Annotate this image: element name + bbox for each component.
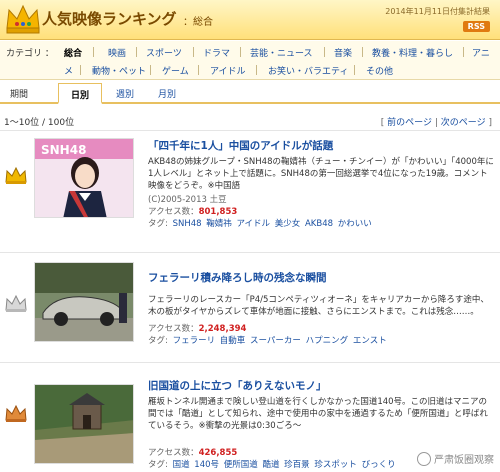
category-item-movies[interactable]: 映画 xyxy=(108,46,126,59)
prev-page-link[interactable]: 前のページ xyxy=(387,118,432,128)
tag-link[interactable]: エンスト xyxy=(353,336,387,346)
period-tabs: 期間 日別 週別 月別 xyxy=(0,80,500,104)
tag-link[interactable]: SNH48 xyxy=(173,219,202,229)
category-label: カテゴリ ： xyxy=(6,49,54,59)
category-item-sports[interactable]: スポーツ xyxy=(146,46,182,59)
svg-text:SNH48: SNH48 xyxy=(41,143,86,157)
entry-copyright: (C)2005-2013 土豆 xyxy=(148,195,227,205)
page-title: 人気映像ランキング xyxy=(42,10,177,28)
bronze-crown-icon xyxy=(5,404,27,422)
entry-views: アクセス数：801,853 xyxy=(148,207,238,217)
watermark: 严肃饭圈观察 xyxy=(417,451,494,466)
tag-link[interactable]: 珍百景 xyxy=(284,460,310,470)
date-note: 2014年11月11日付集計結果 xyxy=(385,7,490,16)
tag-link[interactable]: 酷道 xyxy=(262,460,279,470)
category-item-other[interactable]: その他 xyxy=(366,64,393,77)
entry-views: アクセス数：2,248,394 xyxy=(148,324,247,334)
category-item-drama[interactable]: ドラマ xyxy=(203,46,230,59)
tag-link[interactable]: フェラーリ xyxy=(173,336,216,346)
category-item-entertainment-news[interactable]: 芸能・ニュース xyxy=(250,46,313,59)
result-range: 1～10位 / 100位 xyxy=(4,118,75,128)
category-item-music[interactable]: 音楽 xyxy=(334,46,352,59)
tag-link[interactable]: びっくり xyxy=(362,460,396,470)
category-item-comedy[interactable]: お笑い・バラエティ xyxy=(268,64,348,77)
entry-views: アクセス数：426,855 xyxy=(148,448,238,458)
tag-link[interactable]: アイドル xyxy=(236,219,270,229)
view-count: 801,853 xyxy=(198,207,238,217)
pagination: [ 前のページ | 次のページ ] xyxy=(380,118,492,128)
entry-tags: タグ: 国道 140号 便所国道 酷道 珍百景 珍スポット びっくり xyxy=(148,460,396,470)
view-count: 2,248,394 xyxy=(198,324,247,334)
divider xyxy=(0,362,500,363)
gold-crown-icon xyxy=(5,166,27,184)
tab-weekly[interactable]: 週別 xyxy=(104,83,146,104)
tag-link[interactable]: 鞠婧祎 xyxy=(206,219,232,229)
silver-crown-icon xyxy=(5,294,27,312)
tag-link[interactable]: 140号 xyxy=(194,460,219,470)
video-thumbnail[interactable] xyxy=(34,262,134,342)
tag-link[interactable]: 美少女 xyxy=(275,219,301,229)
video-thumbnail[interactable]: SNH48 xyxy=(34,138,134,218)
category-item-anime-cont[interactable]: メ xyxy=(64,64,73,77)
view-count: 426,855 xyxy=(198,448,238,458)
category-item-idol[interactable]: アイドル xyxy=(210,64,246,77)
category-item-all[interactable]: 総合 xyxy=(64,46,82,59)
next-page-link[interactable]: 次のページ xyxy=(441,118,486,128)
entry-description: フェラーリのレースカー「P4/5コンペティツィオーネ」をキャリアカーから降ろす途… xyxy=(148,295,489,317)
period-label: 期間 xyxy=(10,90,29,100)
category-item-anime[interactable]: アニ xyxy=(472,46,490,59)
tag-link[interactable]: スーパーカー xyxy=(250,336,301,346)
category-item-games[interactable]: ゲーム xyxy=(162,64,189,77)
tab-daily[interactable]: 日別 xyxy=(58,83,103,104)
entry-description: AKB48の姉妹グループ・SNH48の鞠婧祎（チュー・チンイー）が「かわいい」「… xyxy=(148,157,494,191)
entry-description: 雁坂トンネル開通まで険しい登山道を行くしかなかった国道140号。この旧道はマニア… xyxy=(148,397,488,431)
entry-tags: タグ: フェラーリ 自動車 スーパーカー ハプニング エンスト xyxy=(148,336,387,346)
tag-link[interactable]: 国道 xyxy=(173,460,190,470)
category-nav: カテゴリ ： 総合 映画 スポーツ ドラマ 芸能・ニュース 音楽 教養・料理・暮… xyxy=(0,41,500,80)
wechat-logo-icon xyxy=(417,451,431,466)
entry-title-link[interactable]: 旧国道の上に立つ「ありえないモノ」 xyxy=(148,378,327,393)
tag-link[interactable]: 便所国道 xyxy=(224,460,258,470)
tag-link[interactable]: かわいい xyxy=(338,219,372,229)
video-thumbnail[interactable] xyxy=(34,384,134,464)
page-header: 人気映像ランキング ：総合 2014年11月11日付集計結果 RSS xyxy=(0,0,500,40)
entry-title-link[interactable]: 「四千年に1人」中国のアイドルが話題 xyxy=(148,138,333,153)
tab-monthly[interactable]: 月別 xyxy=(146,83,188,104)
divider xyxy=(0,252,500,253)
tag-link[interactable]: ハプニング xyxy=(306,336,349,346)
category-item-education[interactable]: 教養・料理・暮らし xyxy=(372,46,453,59)
tag-link[interactable]: 自動車 xyxy=(220,336,246,346)
rss-button[interactable]: RSS xyxy=(462,21,490,32)
entry-tags: タグ: SNH48 鞠婧祎 アイドル 美少女 AKB48 かわいい xyxy=(148,219,372,229)
category-item-animals[interactable]: 動物・ペット xyxy=(92,64,146,77)
entry-title-link[interactable]: フェラーリ積み降ろし時の残念な瞬間 xyxy=(148,270,327,285)
tag-link[interactable]: 珍スポット xyxy=(314,460,357,470)
page-subtitle: ：総合 xyxy=(183,17,213,28)
divider xyxy=(0,130,500,131)
tag-link[interactable]: AKB48 xyxy=(305,219,333,229)
crown-logo-icon xyxy=(6,4,40,34)
